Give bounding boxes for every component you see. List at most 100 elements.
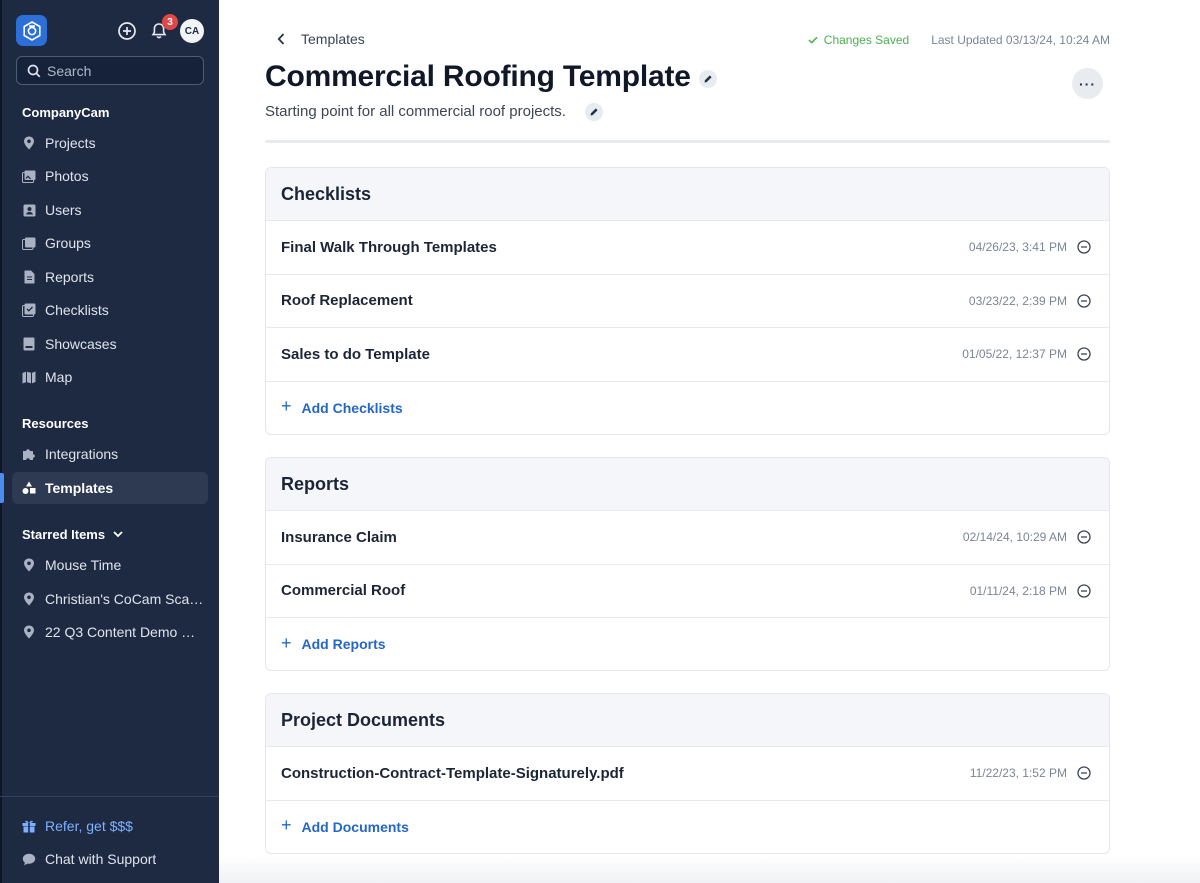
list-item[interactable]: Commercial Roof 01/11/24, 2:18 PM (266, 563, 1109, 618)
notifications-button[interactable]: 3 (148, 14, 178, 42)
remove-circle-icon[interactable] (1077, 584, 1091, 598)
edit-title-button[interactable] (699, 70, 717, 88)
map-pin-icon (22, 592, 36, 606)
section-title-companycam: CompanyCam (22, 105, 110, 120)
more-icon: ··· (1079, 75, 1096, 92)
add-documents-label: Add Documents (301, 818, 409, 835)
sidebar-item-label: Templates (45, 480, 114, 496)
add-reports-button[interactable]: + Add Reports (266, 617, 1109, 670)
starred-item[interactable]: 22 Q3 Content Demo … (12, 616, 208, 648)
companycam-logo-icon[interactable] (16, 15, 47, 46)
item-date: 02/14/24, 10:29 AM (962, 530, 1067, 545)
avatar[interactable]: CA (180, 19, 204, 43)
sidebar-item-map[interactable]: Map (12, 361, 208, 393)
check-icon (808, 36, 818, 44)
sidebar-item-checklists[interactable]: Checklists (12, 294, 208, 326)
sidebar-item-groups[interactable]: Groups (12, 227, 208, 259)
search-box[interactable] (16, 56, 204, 85)
add-circle-icon[interactable] (116, 20, 138, 42)
plus-icon: + (281, 632, 292, 653)
changes-saved-status: Changes Saved (808, 33, 909, 47)
sidebar-item-photos[interactable]: Photos (12, 160, 208, 192)
sidebar-item-reports[interactable]: Reports (12, 261, 208, 293)
item-name: Insurance Claim (281, 528, 397, 546)
section-title-resources: Resources (22, 416, 89, 431)
top-icons: 3 CA (116, 14, 204, 43)
list-item[interactable]: Sales to do Template 01/05/22, 12:37 PM (266, 327, 1109, 381)
add-documents-button[interactable]: + Add Documents (266, 799, 1109, 853)
list-item[interactable]: Construction-Contract-Template-Signature… (266, 746, 1109, 800)
sidebar-item-templates[interactable]: Templates (12, 472, 208, 504)
reports-card: Reports Insurance Claim 02/14/24, 10:29 … (265, 457, 1110, 671)
puzzle-icon (22, 447, 36, 461)
sidebar-item-integrations[interactable]: Integrations (12, 438, 208, 470)
pencil-icon (704, 75, 712, 83)
card-title: Checklists (266, 168, 1109, 220)
list-item[interactable]: Insurance Claim 02/14/24, 10:29 AM (266, 510, 1109, 564)
active-indicator (0, 473, 4, 503)
bottom-fade (219, 856, 1200, 883)
changes-saved-label: Changes Saved (823, 33, 910, 47)
list-item[interactable]: Final Walk Through Templates 04/26/23, 3… (266, 220, 1109, 274)
edit-description-button[interactable] (585, 103, 603, 121)
map-pin-icon (22, 136, 36, 150)
page-title: Commercial Roofing Template (265, 60, 691, 93)
list-item[interactable]: Roof Replacement 03/23/22, 2:39 PM (266, 273, 1109, 328)
item-date: 03/23/22, 2:39 PM (968, 293, 1067, 308)
item-name: Sales to do Template (281, 345, 430, 363)
more-options-button[interactable]: ··· (1072, 68, 1103, 99)
refer-link[interactable]: Refer, get $$$ (12, 810, 208, 842)
checklists-card: Checklists Final Walk Through Templates … (265, 167, 1110, 435)
item-name: Commercial Roof (281, 582, 406, 600)
page-description: Starting point for all commercial roof p… (265, 103, 566, 120)
card-title: Project Documents (266, 694, 1109, 746)
map-pin-icon (22, 558, 36, 572)
sidebar-item-label: Photos (45, 168, 89, 184)
item-date: 11/22/23, 1:52 PM (969, 766, 1067, 781)
back-link-label: Templates (301, 31, 365, 47)
sidebar-item-label: Reports (45, 269, 95, 285)
starred-item-label: Christian's CoCam Sca… (45, 591, 204, 607)
add-checklists-label: Add Checklists (301, 399, 403, 416)
starred-items-toggle[interactable]: Starred Items (22, 527, 123, 542)
sidebar-item-label: Map (45, 369, 73, 385)
sidebar-item-users[interactable]: Users (12, 194, 208, 226)
map-icon (22, 370, 36, 384)
showcase-icon (22, 337, 36, 351)
sidebar-item-label: Projects (45, 135, 96, 151)
card-title: Reports (266, 458, 1109, 510)
sidebar-divider (0, 796, 219, 797)
title-divider (265, 140, 1110, 143)
checklist-icon (22, 303, 36, 317)
item-date: 01/05/22, 12:37 PM (962, 347, 1067, 362)
starred-item-label: Mouse Time (45, 557, 122, 573)
chat-support-link[interactable]: Chat with Support (12, 843, 208, 875)
back-link[interactable]: Templates (273, 31, 365, 47)
remove-circle-icon[interactable] (1077, 240, 1091, 254)
search-input[interactable] (47, 62, 197, 79)
sidebar-item-label: Showcases (45, 336, 117, 352)
remove-circle-icon[interactable] (1077, 530, 1091, 544)
sidebar-item-label: Integrations (45, 446, 119, 462)
pencil-icon (590, 108, 598, 116)
starred-item[interactable]: Mouse Time (12, 549, 208, 581)
sidebar-item-label: Users (45, 202, 82, 218)
remove-circle-icon[interactable] (1077, 347, 1091, 361)
plus-icon: + (281, 396, 292, 416)
sidebar-item-showcases[interactable]: Showcases (12, 328, 208, 360)
starred-item-label: 22 Q3 Content Demo … (45, 624, 196, 640)
notification-badge: 3 (162, 14, 178, 30)
chat-support-label: Chat with Support (45, 851, 157, 867)
add-checklists-button[interactable]: + Add Checklists (266, 380, 1109, 434)
starred-item[interactable]: Christian's CoCam Sca… (12, 583, 208, 615)
item-name: Roof Replacement (281, 292, 413, 310)
remove-circle-icon[interactable] (1077, 294, 1091, 308)
sidebar-item-label: Checklists (45, 302, 109, 318)
map-pin-icon (22, 625, 36, 639)
item-name: Final Walk Through Templates (281, 238, 497, 256)
user-card-icon (22, 203, 36, 217)
main-content: Templates Changes Saved Last Updated 03/… (219, 0, 1200, 883)
sidebar-item-projects[interactable]: Projects (12, 127, 208, 159)
remove-circle-icon[interactable] (1077, 766, 1091, 780)
item-date: 04/26/23, 3:41 PM (968, 240, 1067, 255)
